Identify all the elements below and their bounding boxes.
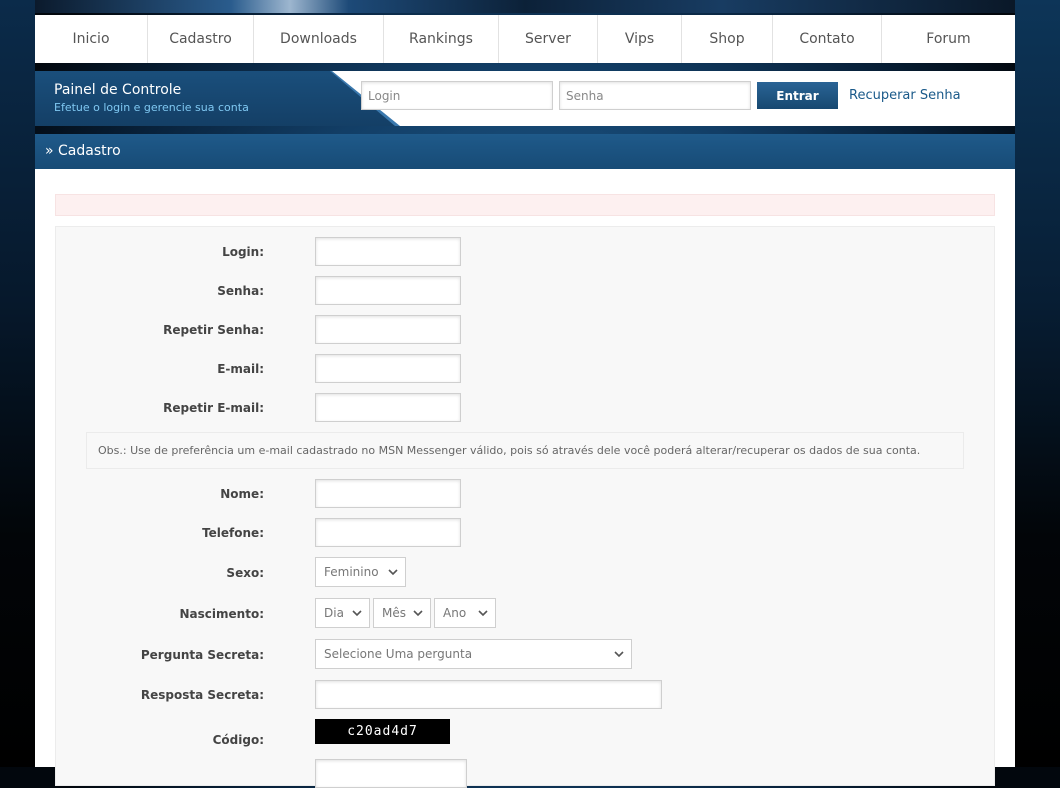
nav-contato[interactable]: Contato	[773, 15, 882, 63]
section-header: » Cadastro	[35, 134, 1015, 169]
repeat-password-label: Repetir Senha:	[163, 323, 264, 337]
email-label: E-mail:	[217, 362, 264, 376]
password-label: Senha:	[217, 284, 264, 298]
login-label: Login:	[222, 245, 264, 259]
password-input[interactable]	[559, 81, 751, 110]
control-panel-bar: Painel de Controle Efetue o login e gere…	[35, 71, 1015, 126]
secret-question-label: Pergunta Secreta:	[140, 648, 264, 662]
captcha-image: c20ad4d7	[315, 719, 450, 744]
nav-cadastro[interactable]: Cadastro	[148, 15, 254, 63]
birth-label: Nascimento:	[179, 607, 264, 621]
repeat-email-field[interactable]	[315, 393, 461, 422]
header-banner	[35, 0, 1015, 13]
page-background-left	[0, 0, 35, 767]
secret-question-select[interactable]: Selecione Uma pergunta	[315, 639, 632, 669]
nav-inicio[interactable]: Inicio	[35, 15, 148, 63]
section-title: » Cadastro	[45, 143, 121, 159]
nav-rankings[interactable]: Rankings	[384, 15, 499, 63]
secret-question-value: Selecione Uma pergunta	[324, 647, 473, 661]
birth-year-select[interactable]: Ano	[434, 598, 496, 628]
nav-vips[interactable]: Vips	[598, 15, 682, 63]
chevron-down-icon	[614, 651, 624, 658]
chevron-down-icon	[478, 610, 488, 617]
panel-subtitle: Efetue o login e gerencie sua conta	[54, 101, 249, 114]
login-input[interactable]	[361, 81, 553, 110]
name-field[interactable]	[315, 479, 461, 508]
alert-message-bar	[55, 194, 995, 216]
chevron-down-icon	[352, 610, 362, 617]
nav-forum[interactable]: Forum	[882, 15, 1015, 63]
registration-form: Login: Senha: Repetir Senha: E-mail: Rep…	[55, 226, 995, 788]
nav-downloads[interactable]: Downloads	[254, 15, 384, 63]
birth-day-value: Dia	[324, 606, 344, 620]
main-navigation: Inicio Cadastro Downloads Rankings Serve…	[35, 15, 1015, 63]
captcha-field[interactable]	[315, 759, 467, 788]
gender-label: Sexo:	[226, 566, 264, 580]
secret-answer-field[interactable]	[315, 680, 662, 709]
repeat-password-field[interactable]	[315, 315, 461, 344]
panel-title: Painel de Controle	[54, 82, 182, 98]
email-field[interactable]	[315, 354, 461, 383]
captcha-label: Código:	[212, 733, 264, 747]
secret-answer-label: Resposta Secreta:	[140, 688, 264, 702]
page-background-right	[1015, 0, 1060, 767]
register-login-field[interactable]	[315, 237, 461, 266]
nav-shop[interactable]: Shop	[682, 15, 773, 63]
recover-password-link[interactable]: Recuperar Senha	[849, 88, 961, 103]
register-password-field[interactable]	[315, 276, 461, 305]
phone-field[interactable]	[315, 518, 461, 547]
birth-year-value: Ano	[443, 606, 467, 620]
repeat-email-label: Repetir E-mail:	[163, 401, 264, 415]
phone-label: Telefone:	[202, 526, 264, 540]
name-label: Nome:	[220, 487, 264, 501]
gender-select-value: Feminino	[324, 565, 379, 579]
gender-select[interactable]: Feminino	[315, 557, 406, 587]
email-note: Obs.: Use de preferência um e-mail cadas…	[86, 432, 964, 469]
chevron-down-icon	[413, 610, 423, 617]
birth-month-select[interactable]: Mês	[373, 598, 431, 628]
birth-month-value: Mês	[382, 606, 406, 620]
birth-day-select[interactable]: Dia	[315, 598, 370, 628]
content-area: Login: Senha: Repetir Senha: E-mail: Rep…	[35, 169, 1015, 788]
login-button[interactable]: Entrar	[757, 82, 838, 109]
chevron-down-icon	[388, 569, 398, 576]
nav-server[interactable]: Server	[499, 15, 598, 63]
